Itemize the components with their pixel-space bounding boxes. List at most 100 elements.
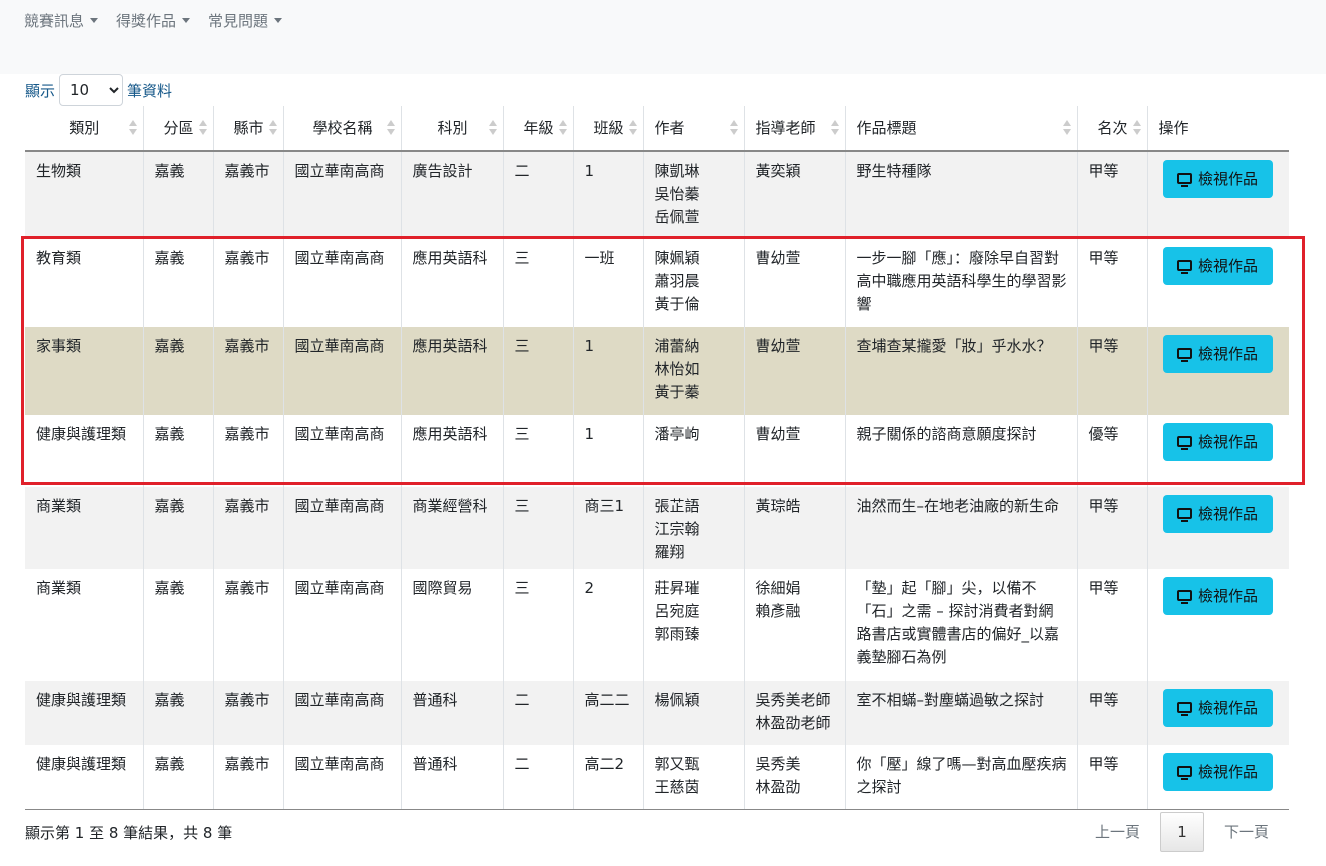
cell-action: 檢視作品 (1146, 681, 1289, 745)
monitor-icon (1176, 701, 1192, 716)
cell-class: 1 (572, 415, 643, 487)
cell-authors: 楊佩穎 (642, 681, 744, 745)
cell-authors: 浦蕾納 林怡如 黃于蓁 (642, 327, 744, 415)
view-work-label: 檢視作品 (1197, 504, 1258, 523)
column-header-region[interactable]: 分區 (142, 106, 213, 152)
cell-teachers: 黃琮皓 (743, 487, 845, 569)
cell-dept: 普通科 (400, 681, 503, 745)
column-header-grade[interactable]: 年級 (502, 106, 573, 152)
cell-school: 國立華南高商 (282, 569, 401, 681)
column-header-title[interactable]: 作品標題 (844, 106, 1077, 152)
cell-rank: 甲等 (1076, 151, 1147, 239)
next-page-button[interactable]: 下一頁 (1214, 812, 1279, 852)
cell-region: 嘉義 (142, 681, 213, 745)
view-work-button[interactable]: 檢視作品 (1162, 160, 1273, 198)
sort-icon (729, 120, 738, 136)
nav-item-award-works[interactable]: 得獎作品 (116, 10, 191, 31)
cell-rank: 甲等 (1076, 681, 1147, 745)
cell-dept: 應用英語科 (400, 415, 503, 487)
monitor-icon (1176, 435, 1192, 450)
column-header-class[interactable]: 班級 (572, 106, 643, 152)
monitor-icon (1176, 172, 1192, 187)
cell-title: 「墊」起「腳」尖，以備不「石」之需 – 探討消費者對網路書店或實體書店的偏好_以… (844, 569, 1077, 681)
cell-region: 嘉義 (142, 745, 213, 810)
cell-region: 嘉義 (142, 239, 213, 327)
cell-title: 查埔查某攏愛「妝」乎水水？ (844, 327, 1077, 415)
view-work-button[interactable]: 檢視作品 (1162, 753, 1273, 791)
cell-title: 油然而生–在地老油廠的新生命 (844, 487, 1077, 569)
column-header-school[interactable]: 學校名稱 (282, 106, 401, 152)
cell-grade: 三 (502, 487, 573, 569)
cell-class: 1 (572, 151, 643, 239)
cell-region: 嘉義 (142, 487, 213, 569)
cell-title: 親子關係的諮商意願度探討 (844, 415, 1077, 487)
cell-class: 1 (572, 327, 643, 415)
view-work-button[interactable]: 檢視作品 (1162, 495, 1273, 533)
sort-icon (386, 120, 395, 136)
view-work-button[interactable]: 檢視作品 (1162, 689, 1273, 727)
pagination: 上一頁 1 下一頁 (1085, 812, 1279, 852)
cell-class: 一班 (572, 239, 643, 327)
table-row: 健康與護理類 嘉義 嘉義市 國立華南高商 應用英語科三 1 潘亭岣 曹幼萱 親子關係的諮商意願度… (25, 415, 1289, 487)
cell-teachers: 吳秀美 林盈劭 (743, 745, 845, 810)
table-info: 顯示第 1 至 8 筆結果，共 8 筆 (25, 824, 233, 842)
cell-action: 檢視作品 (1146, 487, 1289, 569)
view-work-label: 檢視作品 (1197, 344, 1258, 363)
cell-teachers: 吳秀美老師 林盈劭老師 (743, 681, 845, 745)
sort-icon (268, 120, 277, 136)
sort-icon (488, 120, 497, 136)
page-length-select[interactable]: 10 (59, 74, 124, 106)
monitor-icon (1176, 259, 1192, 274)
cell-authors: 陳凱琳 吳怡蓁 岳佩萱 (642, 151, 744, 239)
cell-category: 商業類 (25, 487, 143, 569)
cell-dept: 商業經營科 (400, 487, 503, 569)
column-header-teacher[interactable]: 指導老師 (743, 106, 845, 152)
cell-city: 嘉義市 (212, 745, 283, 810)
view-work-button[interactable]: 檢視作品 (1162, 247, 1273, 285)
nav-item-competition-info[interactable]: 競賽訊息 (24, 10, 99, 31)
cell-city: 嘉義市 (212, 569, 283, 681)
cell-region: 嘉義 (142, 327, 213, 415)
column-header-dept[interactable]: 科別 (400, 106, 503, 152)
cell-rank: 甲等 (1076, 327, 1147, 415)
length-suffix: 筆資料 (127, 81, 173, 100)
cell-teachers: 曹幼萱 (743, 415, 845, 487)
cell-rank: 甲等 (1076, 239, 1147, 327)
cell-dept: 應用英語科 (400, 327, 503, 415)
column-header-action: 操作 (1146, 106, 1289, 152)
view-work-label: 檢視作品 (1197, 762, 1258, 781)
monitor-icon (1176, 507, 1192, 522)
cell-category: 健康與護理類 (25, 745, 143, 810)
prev-page-button[interactable]: 上一頁 (1085, 812, 1150, 852)
column-header-rank[interactable]: 名次 (1076, 106, 1147, 152)
page-1-button[interactable]: 1 (1160, 812, 1205, 852)
cell-grade: 二 (502, 681, 573, 745)
cell-authors: 潘亭岣 (642, 415, 744, 487)
nav-item-faq[interactable]: 常見問題 (208, 10, 283, 31)
cell-title: 野生特種隊 (844, 151, 1077, 239)
view-work-label: 檢視作品 (1197, 256, 1258, 275)
cell-school: 國立華南高商 (282, 327, 401, 415)
caret-down-icon (90, 18, 99, 23)
cell-title: 室不相蟎–對塵蟎過敏之探討 (844, 681, 1077, 745)
column-header-author[interactable]: 作者 (642, 106, 744, 152)
cell-teachers: 徐細娟 賴彥融 (743, 569, 845, 681)
cell-teachers: 黃奕穎 (743, 151, 845, 239)
column-header-city[interactable]: 縣市 (212, 106, 283, 152)
cell-class: 2 (572, 569, 643, 681)
view-work-button[interactable]: 檢視作品 (1162, 335, 1273, 373)
table-row: 商業類 嘉義 嘉義市 國立華南高商 國際貿易三 2 莊昇璀 呂宛庭 郭雨臻 徐細娟 賴彥融 「墊… (25, 569, 1289, 681)
view-work-label: 檢視作品 (1197, 586, 1258, 605)
cell-grade: 三 (502, 239, 573, 327)
view-work-label: 檢視作品 (1197, 698, 1258, 717)
cell-action: 檢視作品 (1146, 239, 1289, 327)
view-work-button[interactable]: 檢視作品 (1162, 423, 1273, 461)
monitor-icon (1176, 765, 1192, 780)
view-work-button[interactable]: 檢視作品 (1162, 577, 1273, 615)
cell-teachers: 曹幼萱 (743, 327, 845, 415)
column-header-category[interactable]: 類別 (25, 106, 143, 152)
cell-dept: 普通科 (400, 745, 503, 810)
cell-action: 檢視作品 (1146, 745, 1289, 810)
view-work-label: 檢視作品 (1197, 432, 1258, 451)
cell-class: 商三1 (572, 487, 643, 569)
